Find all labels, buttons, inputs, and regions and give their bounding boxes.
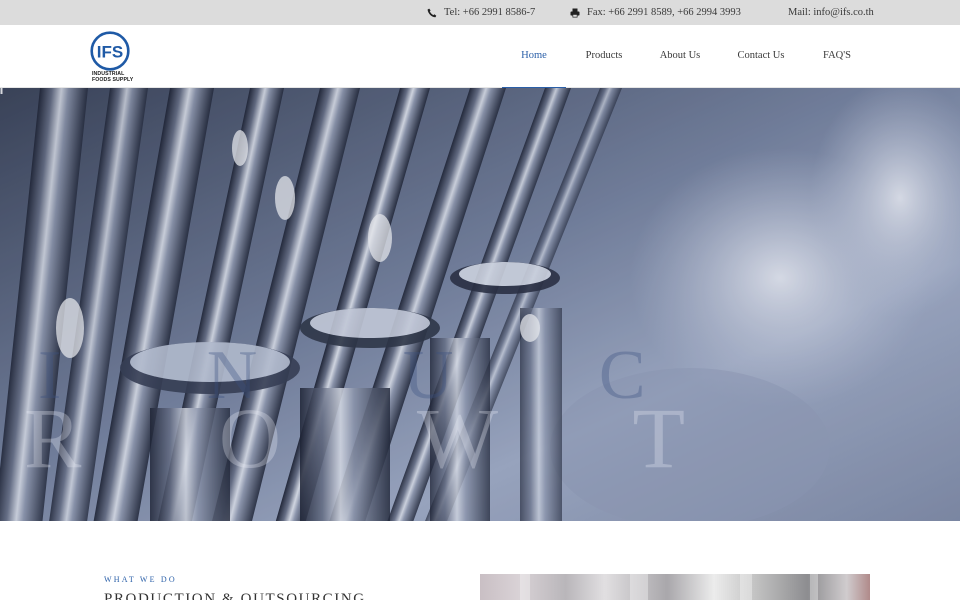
nav-contact-us[interactable]: Contact Us [728, 25, 794, 88]
slider-indicator-icon[interactable] [0, 88, 3, 94]
site-header: IFS INDUSTRIAL FOODS SUPPLY Home Product… [0, 25, 960, 88]
nav-home[interactable]: Home [502, 25, 566, 88]
what-we-do-section: WHAT WE DO PRODUCTION & OUTSOURCING [0, 521, 960, 600]
phone-text: Tel: +66 2991 8586-7 [444, 7, 536, 19]
logo-line-2: FOODS SUPPLY [92, 76, 134, 83]
mail-text: Mail: info@ifs.co.th [788, 7, 874, 19]
logo-wordmark: INDUSTRIAL FOODS SUPPLY [92, 71, 134, 83]
section-title: PRODUCTION & OUTSOURCING [104, 591, 366, 600]
nav-about-us[interactable]: About Us [648, 25, 712, 88]
logo-mark-text: IFS [97, 43, 123, 62]
hero-background-text-2: R O W T [24, 390, 744, 486]
nav-faqs[interactable]: FAQ'S [812, 25, 862, 88]
section-eyebrow: WHAT WE DO [104, 575, 177, 584]
nav-products[interactable]: Products [574, 25, 634, 88]
fax-icon [570, 8, 580, 18]
contact-phone[interactable]: Tel: +66 2991 8586-7 [427, 0, 535, 25]
phone-icon [427, 8, 437, 17]
contact-fax[interactable]: Fax: +66 2991 8589, +66 2994 3993 [570, 0, 741, 25]
logo-mark: IFS [90, 31, 130, 71]
ifs-logo[interactable]: IFS INDUSTRIAL FOODS SUPPLY [89, 31, 133, 85]
hero-banner: I N U C R O W T [0, 88, 960, 521]
production-image [480, 574, 870, 600]
fax-text: Fax: +66 2991 8589, +66 2994 3993 [587, 7, 741, 19]
contact-mail[interactable]: Mail: info@ifs.co.th [788, 0, 874, 25]
contact-bar: Tel: +66 2991 8586-7 Fax: +66 2991 8589,… [0, 0, 960, 25]
